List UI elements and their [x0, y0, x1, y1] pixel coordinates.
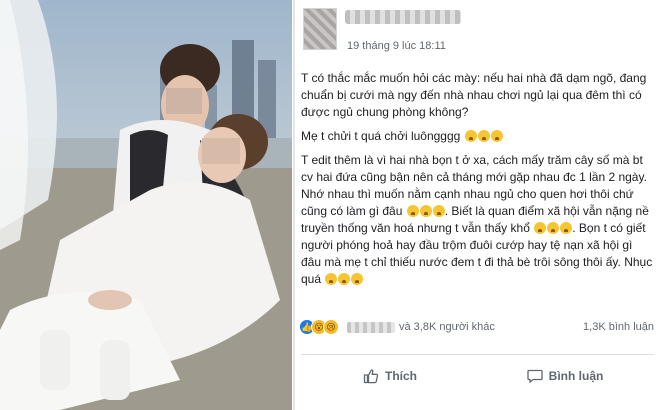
cry-emoji-icon — [477, 130, 490, 142]
sad-icon: 😢 — [323, 319, 339, 335]
cry-emoji-icon — [419, 205, 432, 217]
reactors-count[interactable]: và 3,8K người khác — [399, 321, 495, 333]
post-paragraph-3: T edit thêm là vì hai nhà bọn t ở xa, cá… — [301, 153, 656, 286]
scream-emoji-icon — [338, 273, 351, 285]
scream-emoji-icon — [534, 222, 547, 234]
cry-emoji-icon — [432, 205, 445, 217]
scream-emoji-icon — [325, 273, 338, 285]
post-timestamp[interactable]: 19 tháng 9 lúc 18:11 — [347, 40, 446, 52]
reactions-summary[interactable]: 👍 😮 😢 và 3,8K người khác 1,3K bình luận — [295, 313, 660, 343]
scream-emoji-icon — [560, 222, 573, 234]
photo-illustration — [0, 0, 292, 410]
couple-photo — [0, 0, 292, 410]
actions-divider — [301, 354, 654, 355]
thumbs-up-icon — [363, 369, 379, 384]
comments-count[interactable]: 1,3K bình luận — [583, 321, 654, 333]
like-button-label: Thích — [385, 369, 417, 383]
cry-emoji-icon — [464, 130, 477, 142]
author-name-blurred[interactable] — [345, 10, 461, 24]
post-header: 19 tháng 9 lúc 18:11 — [295, 0, 660, 62]
author-avatar[interactable] — [303, 8, 337, 50]
comment-button[interactable]: Bình luận — [490, 356, 640, 396]
scream-emoji-icon — [547, 222, 560, 234]
post-paragraph-1: T có thắc mắc muốn hỏi các mày: nếu hai … — [301, 71, 650, 119]
reactor-names-blurred[interactable] — [347, 322, 395, 333]
comment-bubble-icon — [527, 369, 543, 383]
comment-button-label: Bình luận — [548, 369, 604, 383]
cry-emoji-icon — [406, 205, 419, 217]
post-actions: Thích Bình luận — [295, 356, 660, 396]
post-paragraph-2: Mẹ t chửi t quá chởi luôngggg — [301, 128, 655, 145]
facebook-post: 19 tháng 9 lúc 18:11 T có thắc mắc muốn … — [293, 0, 660, 410]
like-button[interactable]: Thích — [315, 356, 465, 396]
post-body: T có thắc mắc muốn hỏi các mày: nếu hai … — [301, 70, 655, 295]
cry-emoji-icon — [490, 130, 503, 142]
scream-emoji-icon — [351, 273, 364, 285]
